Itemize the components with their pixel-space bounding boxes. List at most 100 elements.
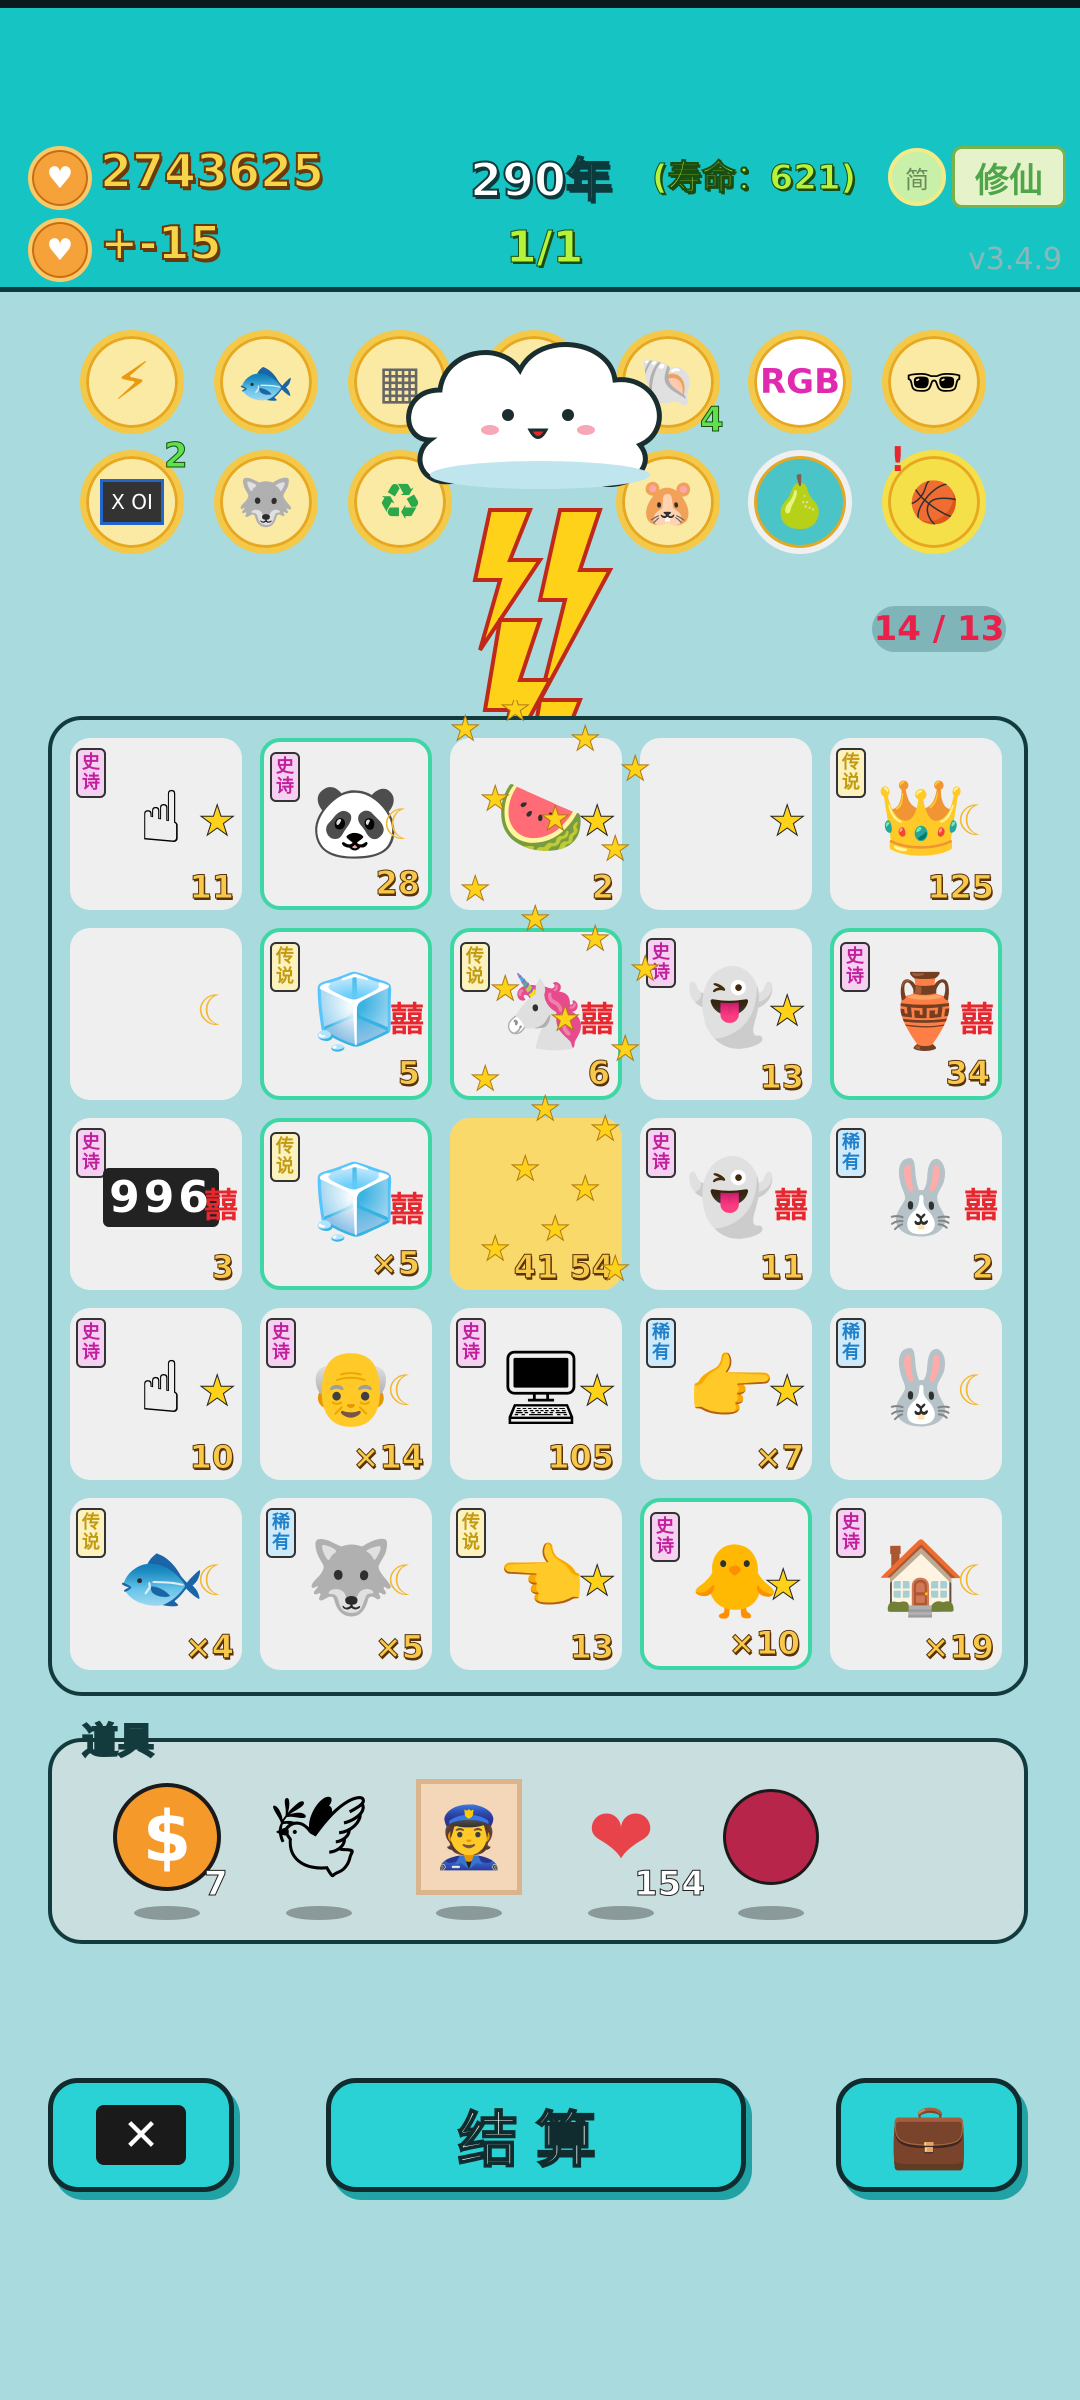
tool-white-bird[interactable]: 🕊: [264, 1782, 374, 1920]
relic-fishbowl-icon[interactable]: 🐟: [214, 330, 318, 434]
board-cell[interactable]: 传说 🧊 囍 ×5: [260, 1118, 432, 1290]
board-cell[interactable]: 🍉 ★ 2: [450, 738, 622, 910]
rarity-tag: 史诗: [836, 1508, 866, 1558]
moon-icon: ☾: [386, 1366, 424, 1415]
board-cell[interactable]: 史诗 👻 ★ 13: [640, 928, 812, 1100]
relic-skirt-icon[interactable]: ▦: [348, 330, 452, 434]
backpack-button[interactable]: 💼: [836, 2078, 1022, 2192]
white-bird-icon: 🕊: [268, 1790, 370, 1883]
relic-hamsters-icon[interactable]: 🐹: [616, 450, 720, 554]
rarity-tag: 传说: [460, 942, 490, 992]
star-icon: ★: [198, 1366, 237, 1416]
rgb-label: RGB: [759, 362, 840, 402]
board-cell[interactable]: 传说 🦄 囍 6: [450, 928, 622, 1100]
moon-icon: ☾: [956, 796, 994, 845]
relic-recycle-icon[interactable]: ♻: [348, 450, 452, 554]
cell-value: 125: [927, 868, 995, 907]
board-cell[interactable]: 史诗 996 囍 3: [70, 1118, 242, 1290]
coin-icon: ♥: [28, 146, 92, 210]
board-cell[interactable]: 传说 🐟 ☾ ×4: [70, 1498, 242, 1670]
double-happiness-icon: 囍: [390, 1000, 424, 1040]
cell-value: 105: [547, 1438, 615, 1477]
game-board: 史诗 ☝ ★ 11 史诗 🐼 ☾ 28 🍉 ★ 2 ★ 传说 👑 ☾ 125 ☾ 传说 🧊 囍 5 传说 🦄 囍 6 史诗 👻 ★ 13…: [48, 716, 1028, 1696]
rabbit-icon: 🐰: [876, 1154, 966, 1239]
relic-hidden-icon[interactable]: [482, 330, 586, 434]
round-counter: 1/1: [505, 222, 584, 274]
board-cell[interactable]: 史诗 👻 囍 11: [640, 1118, 812, 1290]
cell-value: 3: [211, 1248, 234, 1287]
board-cell[interactable]: 传说 🧊 囍 5: [260, 928, 432, 1100]
rarity-tag: 稀有: [646, 1318, 676, 1368]
star-icon: ★: [578, 796, 617, 846]
cell-value: ×19: [922, 1628, 994, 1667]
tools-title: 道具: [81, 1720, 155, 1763]
ghost-icon: 👻: [686, 1154, 776, 1239]
rarity-tag: 史诗: [646, 1128, 676, 1178]
rarity-tag: 史诗: [270, 752, 300, 802]
tool-lychee[interactable]: [716, 1782, 826, 1920]
settle-label: 结算: [457, 2105, 614, 2177]
double-happiness-icon: 囍: [774, 1186, 808, 1226]
relic-shell-badge: 4: [700, 400, 725, 441]
board-cell[interactable]: 史诗 🐼 ☾ 28: [260, 738, 432, 910]
moon-icon: ☾: [386, 1556, 424, 1605]
moon-icon: ☾: [196, 1556, 234, 1605]
board-cell[interactable]: ★: [640, 738, 812, 910]
liver-count: 154: [634, 1864, 706, 1905]
board-cell[interactable]: 稀有 👉 ★ ×7: [640, 1308, 812, 1480]
rarity-tag: 传说: [76, 1508, 106, 1558]
briefcase-icon: 💼: [889, 2098, 969, 2173]
996-label: 996: [103, 1167, 219, 1227]
close-icon: ✕: [96, 2105, 186, 2165]
relic-husky-icon[interactable]: 🐺: [214, 450, 318, 554]
board-cell[interactable]: 稀有 🐰 囍 2: [830, 1118, 1002, 1290]
lifespan: (寿命：621): [651, 158, 857, 199]
relic-lightning-icon[interactable]: ⚡: [80, 330, 184, 434]
star-icon: ★: [764, 1560, 803, 1610]
exit-button[interactable]: ✕: [48, 2078, 234, 2192]
income-per-round: +-15: [99, 215, 223, 271]
board-cell[interactable]: 传说 👈 ★ 13: [450, 1498, 622, 1670]
version-label: v3.4.9: [968, 242, 1063, 277]
board-cell[interactable]: 稀有 🐺 ☾ ×5: [260, 1498, 432, 1670]
board-cell[interactable]: 史诗 🏠 ☾ ×19: [830, 1498, 1002, 1670]
rarity-tag: 史诗: [650, 1512, 680, 1562]
star-icon: ★: [768, 796, 807, 846]
relic-rgb-icon[interactable]: RGB: [748, 330, 852, 434]
rarity-tag: 史诗: [76, 748, 106, 798]
board-cell[interactable]: ☾: [70, 928, 242, 1100]
rarity-tag: 稀有: [836, 1318, 866, 1368]
board-cell[interactable]: 史诗 ☝ ★ 10: [70, 1308, 242, 1480]
rarity-tag: 传说: [270, 1132, 300, 1182]
double-happiness-icon: 囍: [964, 1186, 998, 1226]
board-cell[interactable]: 稀有 🐰 ☾: [830, 1308, 1002, 1480]
relic-chip-badge: 2: [164, 436, 189, 477]
board-cell[interactable]: 史诗 🖥 ★ 105: [450, 1308, 622, 1480]
settle-button[interactable]: 结算: [326, 2078, 746, 2192]
board-cell[interactable]: 史诗 ☝ ★ 11: [70, 738, 242, 910]
relic-sunglasses-icon[interactable]: 🕶: [882, 330, 986, 434]
relic-pomelo-icon[interactable]: 🍐: [748, 450, 852, 554]
double-happiness-icon: 囍: [390, 1190, 424, 1230]
rarity-tag: 传说: [836, 748, 866, 798]
rarity-tag: 稀有: [266, 1508, 296, 1558]
income-icon: ♥: [28, 218, 92, 282]
tool-portrait[interactable]: 👮: [414, 1779, 524, 1920]
board-cell[interactable]: 史诗 🏺 囍 34: [830, 928, 1002, 1100]
cell-value: ×4: [184, 1628, 234, 1667]
cell-value: ×10: [728, 1624, 800, 1663]
board-cell[interactable]: 史诗 👴 ☾ ×14: [260, 1308, 432, 1480]
simplified-toggle-button[interactable]: 简: [888, 148, 946, 206]
cell-value: 6: [587, 1054, 610, 1093]
dollar-coin-count: 7: [204, 1864, 229, 1905]
cell-value: 41 54: [513, 1248, 614, 1287]
board-cell[interactable]: 史诗 🐥 ★ ×10: [640, 1498, 812, 1670]
cell-value: 2: [591, 868, 614, 907]
xiuxian-button[interactable]: 修仙: [952, 146, 1066, 208]
cell-value: 28: [375, 864, 421, 903]
chip-label: X OI: [100, 479, 164, 525]
board-cell[interactable]: 41 54: [450, 1118, 622, 1290]
alert-icon: !: [890, 440, 906, 480]
moon-icon: ☾: [196, 986, 234, 1035]
board-cell[interactable]: 传说 👑 ☾ 125: [830, 738, 1002, 910]
